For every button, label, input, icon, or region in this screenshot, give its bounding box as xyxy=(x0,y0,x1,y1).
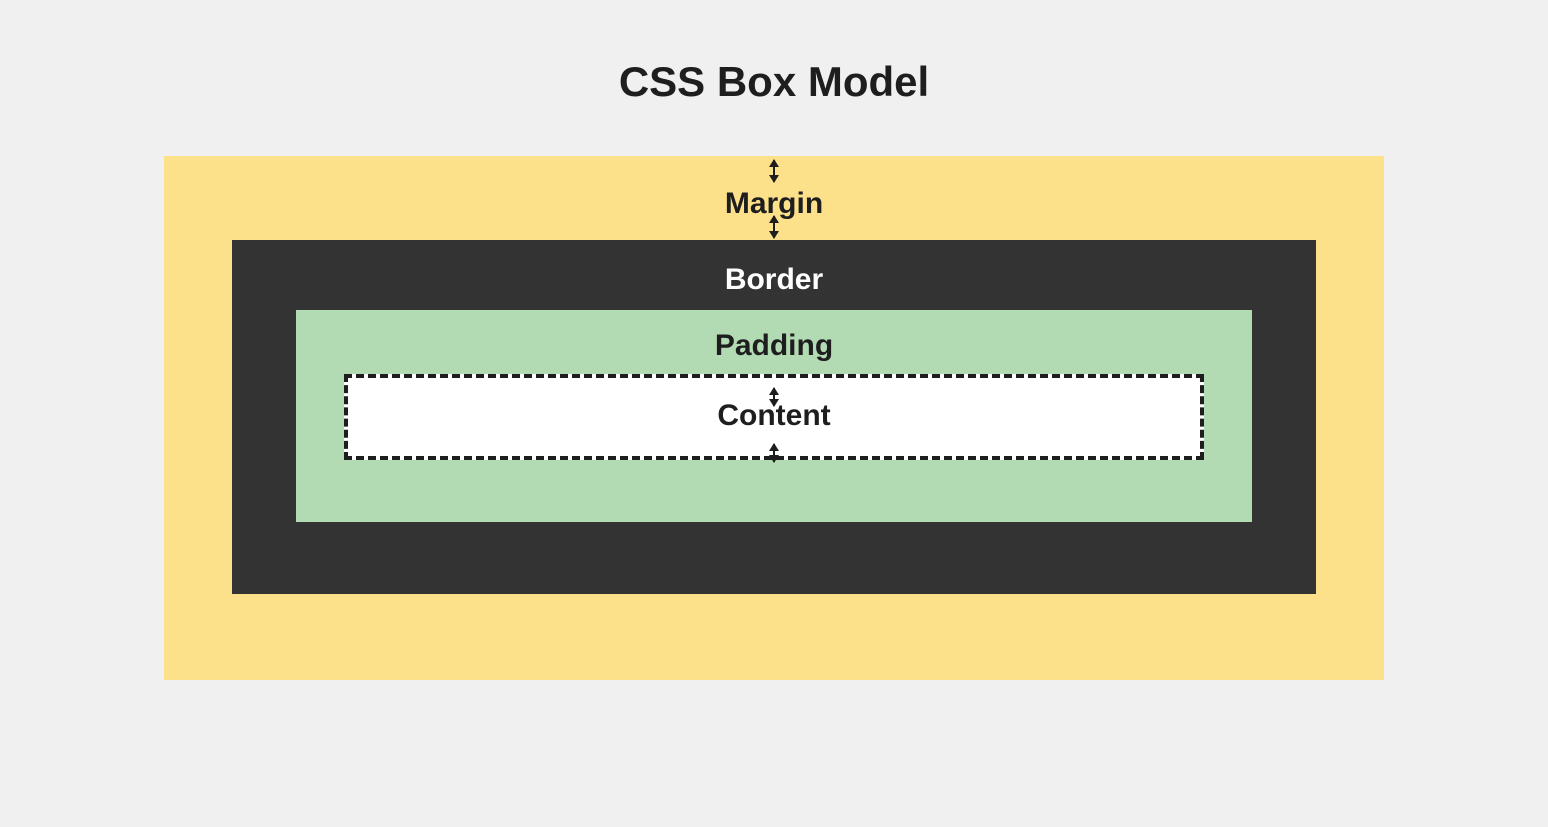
border-layer: Border Padding Content xyxy=(232,240,1316,594)
padding-layer: Padding Content xyxy=(296,310,1252,522)
arrow-up-down-icon xyxy=(773,444,775,462)
arrow-up-down-icon xyxy=(773,160,775,182)
arrow-up-down-icon xyxy=(773,388,775,406)
diagram-page: CSS Box Model Margin Border Padding Cont… xyxy=(0,0,1548,827)
arrow-up-down-icon xyxy=(773,216,775,238)
padding-label: Padding xyxy=(344,320,1204,374)
border-label: Border xyxy=(296,250,1252,310)
diagram-title: CSS Box Model xyxy=(619,58,929,106)
box-model-diagram: Margin Border Padding Content xyxy=(164,156,1384,680)
